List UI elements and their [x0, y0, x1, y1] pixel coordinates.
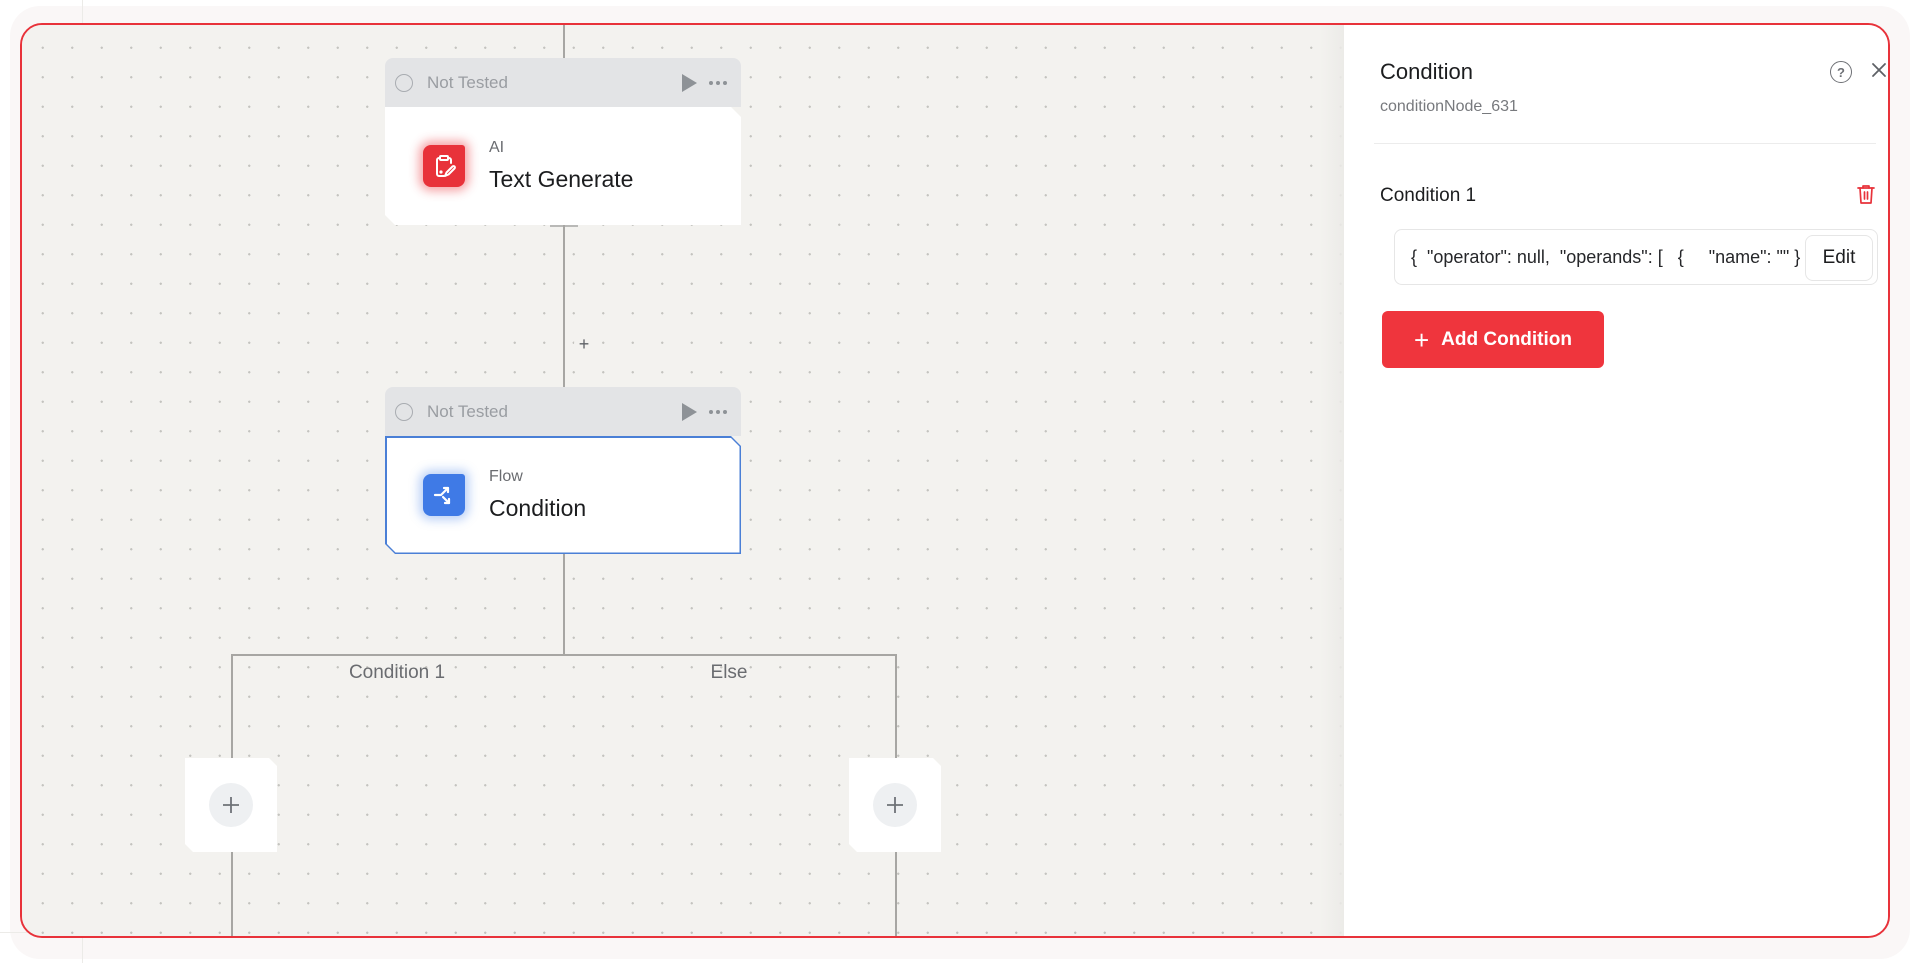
- more-options-icon[interactable]: [709, 80, 727, 85]
- connector-line: [563, 25, 565, 58]
- node-text-generate[interactable]: Not Tested AI Text Generate: [385, 58, 741, 225]
- panel-title: Condition: [1380, 59, 1473, 84]
- connector-line: [563, 225, 565, 387]
- condition-expression-field[interactable]: { "operator": null, "operands": [ { "nam…: [1394, 229, 1878, 285]
- plus-icon: +: [578, 334, 590, 354]
- node-title: Text Generate: [489, 166, 634, 192]
- add-step-button[interactable]: +: [574, 334, 594, 354]
- play-icon[interactable]: [682, 402, 697, 421]
- help-icon[interactable]: ?: [1830, 61, 1852, 83]
- add-step-else[interactable]: [849, 758, 941, 852]
- connector-line: [563, 554, 565, 655]
- more-options-icon[interactable]: [709, 409, 727, 414]
- node-header: Not Tested: [385, 58, 741, 107]
- node-card[interactable]: Flow Condition: [385, 436, 741, 554]
- plus-icon: [221, 795, 241, 815]
- plus-icon: +: [1413, 324, 1430, 355]
- node-category: Flow: [489, 468, 523, 485]
- add-button[interactable]: [873, 783, 917, 827]
- workflow-editor: Not Tested AI Text Generate + Not Tested…: [20, 23, 1890, 938]
- workflow-canvas[interactable]: Not Tested AI Text Generate + Not Tested…: [22, 25, 1344, 936]
- node-title: Condition: [489, 495, 587, 521]
- branch-label-condition-1: Condition 1: [348, 662, 446, 683]
- divider: [1374, 143, 1876, 144]
- add-step-condition-1[interactable]: [185, 758, 277, 852]
- play-icon[interactable]: [682, 73, 697, 92]
- plus-icon: [885, 795, 905, 815]
- branch-line: [231, 654, 896, 656]
- node-status: Not Tested: [427, 72, 508, 92]
- close-icon[interactable]: [1868, 59, 1890, 81]
- properties-panel: Condition conditionNode_631 ? Condition …: [1344, 25, 1888, 936]
- edit-condition-button[interactable]: Edit: [1805, 235, 1873, 281]
- add-condition-button[interactable]: + Add Condition: [1382, 311, 1604, 368]
- node-id: conditionNode_631: [1380, 98, 1518, 115]
- branch-label-else: Else: [710, 662, 748, 683]
- clipboard-pen-icon: [423, 145, 465, 187]
- node-status: Not Tested: [427, 401, 508, 421]
- node-condition[interactable]: Not Tested Flow Condition: [385, 387, 741, 554]
- node-card[interactable]: AI Text Generate: [385, 107, 741, 225]
- trash-icon[interactable]: [1856, 183, 1876, 205]
- status-circle-icon: [395, 402, 413, 421]
- branch-split-icon: [423, 474, 465, 516]
- condition-label: Condition 1: [1380, 185, 1477, 206]
- node-header: Not Tested: [385, 387, 741, 436]
- status-circle-icon: [395, 73, 413, 92]
- add-button[interactable]: [209, 783, 253, 827]
- add-condition-label: Add Condition: [1441, 328, 1573, 350]
- node-category: AI: [489, 139, 505, 156]
